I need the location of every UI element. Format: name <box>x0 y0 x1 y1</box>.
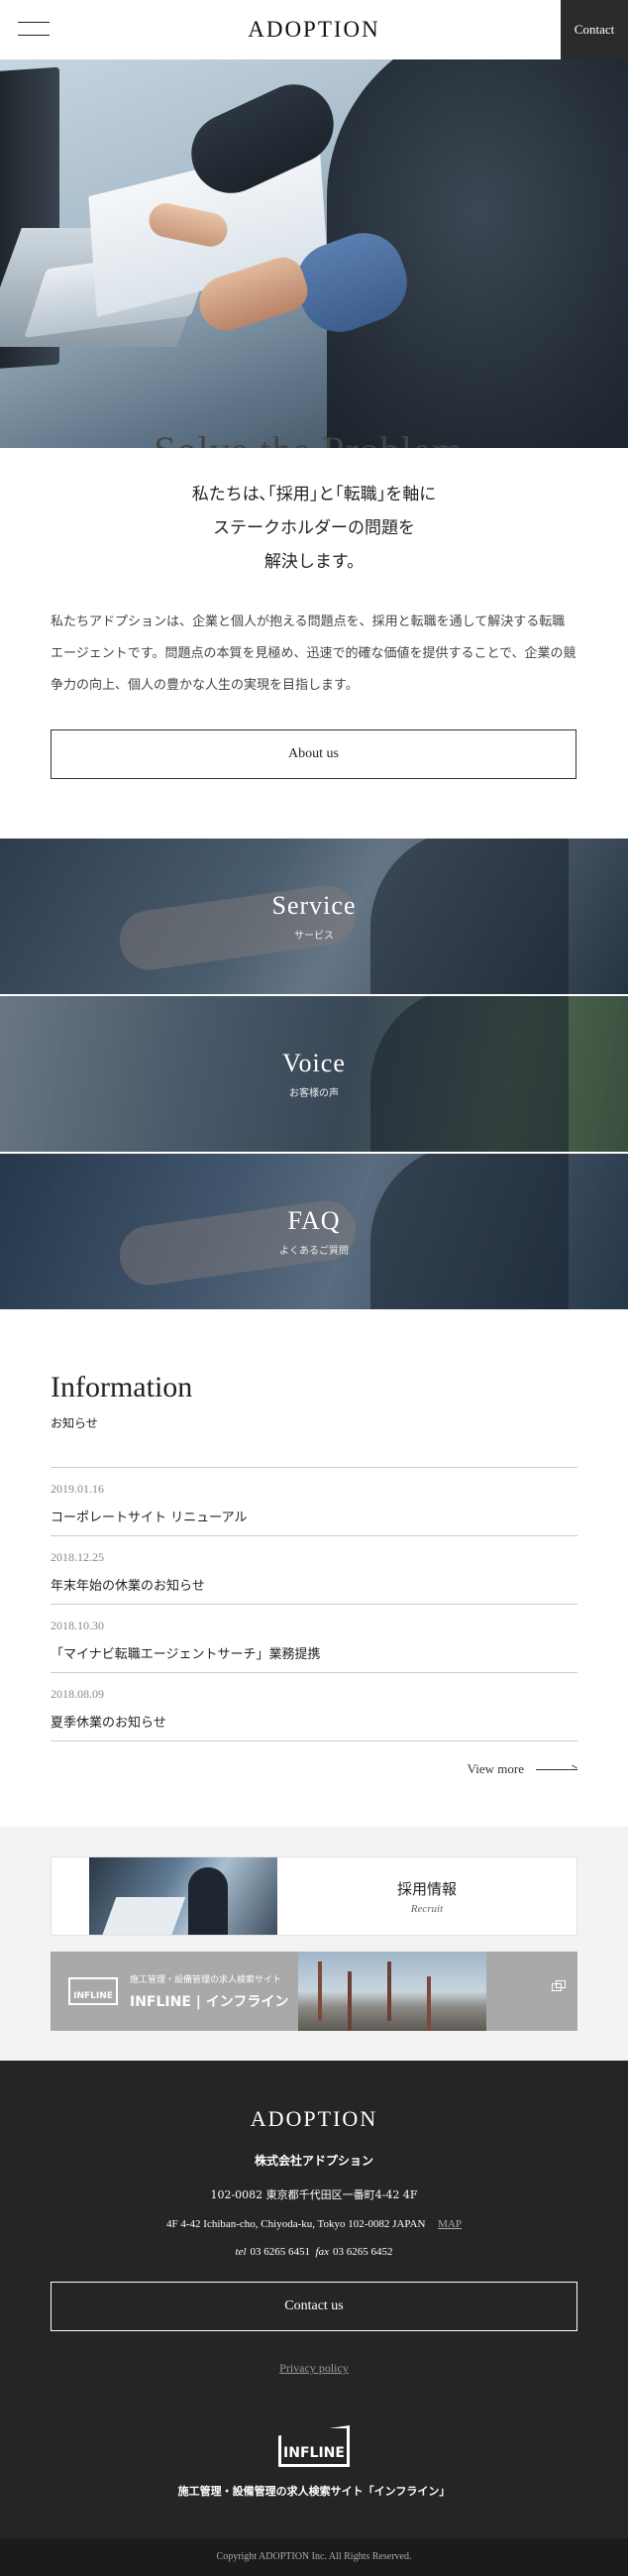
links-section: 採用情報 Recruit INFLINE 施工管理・設備管理の求人検索サイト I… <box>0 1827 628 2061</box>
news-date: 2019.01.16 <box>51 1482 104 1496</box>
factory-photo <box>298 1952 486 2031</box>
recruit-title: 採用情報 <box>396 1879 457 1898</box>
recruit-subtitle: Recruit <box>410 1902 444 1915</box>
menu-icon[interactable] <box>18 22 50 38</box>
infline-caption: 施工管理・設備管理の求人検索サイト <box>130 1974 282 1985</box>
service-banner[interactable]: Service サービス <box>0 839 628 996</box>
intro-body: 私たちアドプションは、企業と個人が抱える問題点を、採用と転職を通して解決する転職… <box>51 615 576 693</box>
infline-footer-logo[interactable]: INFLINE <box>278 2425 350 2467</box>
address-jp: 102-0082 東京都千代田区一番町4-42 4F <box>210 2188 418 2201</box>
privacy-policy-link[interactable]: Privacy policy <box>279 2361 349 2376</box>
site-footer: ADOPTION 株式会社アドプション 102-0082 東京都千代田区一番町4… <box>0 2061 628 2538</box>
recruit-photo <box>89 1857 277 1935</box>
tel-label: tel <box>235 2246 247 2258</box>
header-contact-button[interactable]: Contact <box>561 0 628 59</box>
footer-logo[interactable]: ADOPTION <box>51 2106 577 2132</box>
intro-lead-line: 解決します。 <box>263 552 365 572</box>
banner-subtitle: お客様の声 <box>289 1088 339 1099</box>
intro-lead: 私たちは､｢採用｣と｢転職｣を軸に ステークホルダーの問題を 解決します。 <box>51 478 577 579</box>
view-more-link[interactable]: View more <box>51 1761 577 1777</box>
company-name: 株式会社アドプション <box>254 2154 373 2168</box>
intro-section: 私たちは､｢採用｣と｢転職｣を軸に ステークホルダーの問題を 解決します。 私た… <box>0 448 628 839</box>
infline-logo: INFLINE <box>68 1977 118 2005</box>
map-link[interactable]: MAP <box>438 2218 462 2230</box>
fax-label: fax <box>315 2246 329 2258</box>
recruit-banner[interactable]: 採用情報 Recruit <box>51 1856 577 1936</box>
copyright: Copyright ADOPTION Inc. All Rights Reser… <box>0 2538 628 2576</box>
phone-numbers: tel 03 6265 6451 fax 03 6265 6452 <box>51 2246 577 2258</box>
voice-banner[interactable]: Voice お客様の声 <box>0 996 628 1154</box>
news-item[interactable]: 2018.08.09 夏季休業のお知らせ <box>51 1673 577 1741</box>
infline-name: INFLINE | インフライン <box>130 1993 289 2010</box>
infline-footer-caption: 施工管理・設備管理の求人検索サイト「インフライン」 <box>177 2485 451 2498</box>
information-subtitle: お知らせ <box>51 1416 98 1430</box>
news-title: 年末年始の休業のお知らせ <box>51 1579 205 1594</box>
news-item[interactable]: 2018.10.30 「マイナビ転職エージェントサーチ」業務提携 <box>51 1605 577 1673</box>
banner-subtitle: よくあるご質問 <box>279 1246 349 1257</box>
intro-lead-line: ステークホルダーの問題を <box>213 518 415 538</box>
view-more-label: View more <box>467 1761 524 1776</box>
address-en: 4F 4-42 Ichiban-cho, Chiyoda-ku, Tokyo 1… <box>51 2218 577 2230</box>
infline-banner[interactable]: INFLINE 施工管理・設備管理の求人検索サイト INFLINE | インフラ… <box>51 1952 577 2031</box>
news-title: 「マイナビ転職エージェントサーチ」業務提携 <box>51 1647 321 1662</box>
news-item[interactable]: 2018.12.25 年末年始の休業のお知らせ <box>51 1536 577 1605</box>
address-en-text: 4F 4-42 Ichiban-cho, Chiyoda-ku, Tokyo 1… <box>166 2218 426 2230</box>
banner-subtitle: サービス <box>294 931 334 942</box>
hero: Solve the Problem. <box>0 59 628 448</box>
news-date: 2018.10.30 <box>51 1619 104 1632</box>
news-date: 2018.12.25 <box>51 1550 104 1564</box>
site-header: ADOPTION Contact <box>0 0 628 59</box>
news-title: コーポレートサイト リニューアル <box>51 1511 248 1525</box>
banner-title: Voice <box>282 1049 346 1077</box>
site-logo[interactable]: ADOPTION <box>0 17 628 43</box>
tel-number: 03 6265 6451 <box>250 2246 311 2258</box>
banner-title: FAQ <box>287 1206 341 1235</box>
intro-lead-line: 私たちは､｢採用｣と｢転職｣を軸に <box>191 485 437 504</box>
about-us-button[interactable]: About us <box>51 729 576 779</box>
contact-us-button[interactable]: Contact us <box>51 2282 577 2331</box>
news-list: 2019.01.16 コーポレートサイト リニューアル 2018.12.25 年… <box>51 1467 577 1741</box>
banner-title: Service <box>271 891 357 920</box>
information-title: Information <box>51 1371 193 1403</box>
hero-title: Solve the Problem. <box>0 427 628 448</box>
news-item[interactable]: 2019.01.16 コーポレートサイト リニューアル <box>51 1468 577 1536</box>
faq-banner[interactable]: FAQ よくあるご質問 <box>0 1154 628 1311</box>
news-title: 夏季休業のお知らせ <box>51 1716 166 1731</box>
fax-number: 03 6265 6452 <box>332 2246 393 2258</box>
information-section: Information お知らせ 2019.01.16 コーポレートサイト リニ… <box>0 1311 628 1827</box>
external-link-icon <box>552 1980 566 1991</box>
arrow-right-icon <box>536 1768 577 1770</box>
news-date: 2018.08.09 <box>51 1687 104 1701</box>
